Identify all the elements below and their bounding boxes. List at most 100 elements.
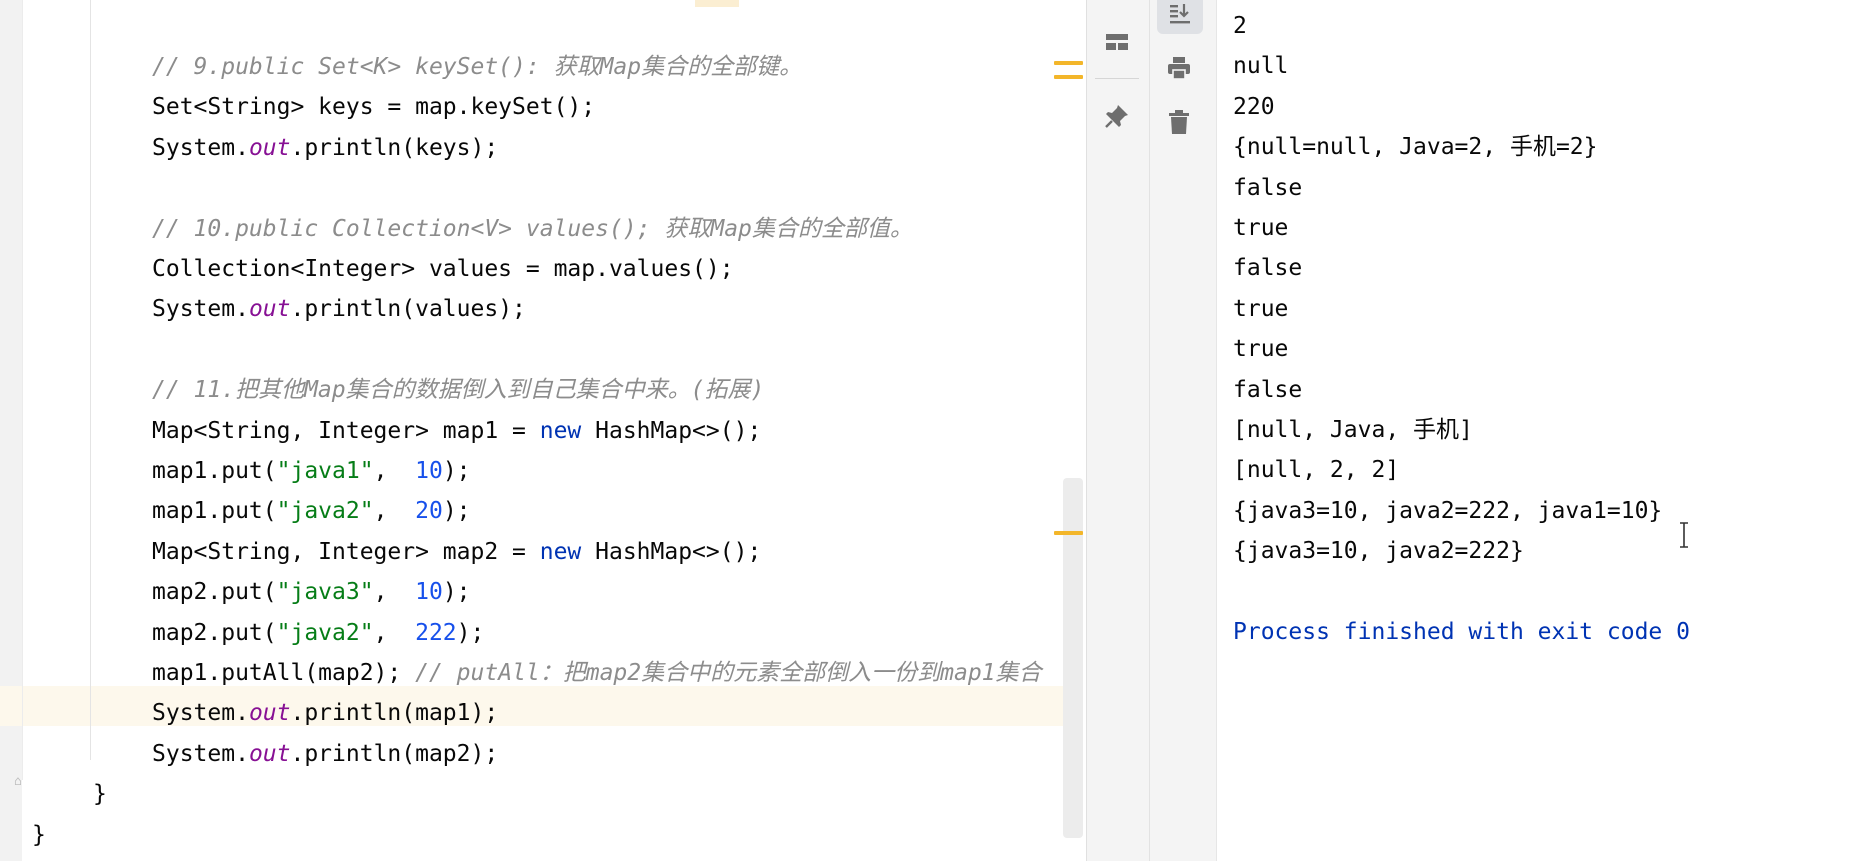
code-token: // putAll：把map2集合中的元素全部倒入一份到map1集合 xyxy=(415,660,1042,686)
console-line: {null=null, Java=2, 手机=2} xyxy=(1233,134,1598,161)
code-token: ); xyxy=(442,498,471,525)
code-token: , xyxy=(373,458,416,484)
code-line-print-map2[interactable]: System.out.println(map2); xyxy=(152,734,498,774)
code-token: map2.put( xyxy=(152,619,277,646)
console-line: false xyxy=(1233,376,1303,403)
fold-icon[interactable]: ⌂ xyxy=(14,775,30,788)
code-token: Map<String, Integer> map2 = xyxy=(152,538,540,565)
code-token: out xyxy=(248,134,291,161)
code-line-map2-declaration[interactable]: Map<String, Integer> map2 = new HashMap<… xyxy=(152,532,761,572)
code-token: map1.putAll(map2); xyxy=(152,660,416,686)
trash-icon xyxy=(1169,110,1189,134)
console-line: {java3=10, java2=222, java1=10} xyxy=(1233,497,1663,524)
warning-stripe-marker[interactable] xyxy=(1054,75,1083,79)
code-line-map1-declaration[interactable]: Map<String, Integer> map1 = new HashMap<… xyxy=(152,411,761,451)
layout-button[interactable] xyxy=(1095,22,1139,62)
code-token: map1.put( xyxy=(152,498,277,525)
print-icon xyxy=(1168,57,1190,80)
exit-status-message: Process finished with exit code 0 xyxy=(1233,619,1690,645)
code-token: System. xyxy=(152,700,249,727)
ide-window: ⌂ // 9.public Set<K> keySet(): 获取Map集合的全… xyxy=(0,0,1854,861)
code-token: out xyxy=(248,700,291,727)
code-token: Set<String> keys = map.keySet(); xyxy=(152,94,596,121)
code-line-putall-call[interactable]: map1.putAll(map2); // putAll：把map2集合中的元素… xyxy=(152,653,1042,693)
code-token: HashMap<>(); xyxy=(581,538,762,565)
console-line: 2 xyxy=(1233,13,1247,39)
code-line-comment-putall[interactable]: // 11.把其他Map集合的数据倒入到自己集合中来。(拓展) xyxy=(152,370,764,410)
console-line: [null, Java, 手机] xyxy=(1233,417,1473,443)
code-token: , xyxy=(373,579,416,606)
code-line-map1-put-java2[interactable]: map1.put("java2", 20); xyxy=(152,491,471,531)
code-token: map2.put( xyxy=(152,579,277,606)
console-line: [null, 2, 2] xyxy=(1233,457,1400,484)
console-line: null xyxy=(1233,53,1289,80)
code-token: "java2" xyxy=(276,498,374,525)
code-line-method-close-brace[interactable]: } xyxy=(93,774,107,814)
console-line: 220 xyxy=(1233,93,1275,120)
code-line-print-values[interactable]: System.out.println(values); xyxy=(152,289,526,329)
code-token: , xyxy=(373,619,416,646)
code-token: , xyxy=(373,498,416,525)
match-highlight xyxy=(695,0,739,7)
layout-icon xyxy=(1106,34,1128,50)
code-token: 10 xyxy=(415,458,443,484)
code-line-comment-keyset[interactable]: // 9.public Set<K> keySet(): 获取Map集合的全部键… xyxy=(152,47,802,87)
toolbar-separator xyxy=(1095,78,1139,79)
toolbar-divider xyxy=(1149,0,1150,861)
code-line-print-map1[interactable]: System.out.println(map1); xyxy=(152,693,498,733)
scroll-to-end-icon xyxy=(1170,4,1190,24)
code-token: System. xyxy=(152,740,249,767)
code-token: new xyxy=(539,417,582,444)
code-token: "java2" xyxy=(276,619,374,646)
code-token: .println(map1); xyxy=(290,700,499,727)
code-token: // 10.public Collection<V> values(); 获取M… xyxy=(152,215,913,242)
code-line-print-keys[interactable]: System.out.println(keys); xyxy=(152,128,498,168)
code-token: ); xyxy=(442,579,471,606)
indent-guide xyxy=(90,0,91,760)
code-token: 222 xyxy=(415,619,457,646)
code-token: out xyxy=(248,740,291,767)
console-line: {java3=10, java2=222} xyxy=(1233,538,1524,565)
code-token: 10 xyxy=(415,579,443,606)
code-line-keys-declaration[interactable]: Set<String> keys = map.keySet(); xyxy=(152,87,595,127)
console-line: true xyxy=(1233,215,1289,241)
editor-gutter xyxy=(0,0,22,861)
code-token: // 11.把其他Map集合的数据倒入到自己集合中来。(拓展) xyxy=(152,377,765,404)
text-cursor-icon xyxy=(1680,522,1688,548)
clear-all-button[interactable] xyxy=(1157,102,1201,142)
code-line-values-declaration[interactable]: Collection<Integer> values = map.values(… xyxy=(152,249,734,289)
code-token: "java1" xyxy=(276,458,374,484)
code-editor[interactable]: ⌂ // 9.public Set<K> keySet(): 获取Map集合的全… xyxy=(0,0,1086,861)
console-line: false xyxy=(1233,174,1303,201)
code-line-map2-put-java2[interactable]: map2.put("java2", 222); xyxy=(152,613,484,653)
code-token: // 9.public Set<K> keySet(): 获取Map集合的全部键… xyxy=(152,54,803,80)
code-line-class-close-brace[interactable]: } xyxy=(32,815,46,855)
code-token: 20 xyxy=(415,498,443,525)
indent-guide xyxy=(22,0,23,780)
console-line: true xyxy=(1233,295,1289,322)
code-token: Collection<Integer> values = map.values(… xyxy=(152,256,734,282)
code-token: .println(values); xyxy=(290,296,526,323)
run-toolbar xyxy=(1086,0,1217,861)
code-line-map2-put-java3[interactable]: map2.put("java3", 10); xyxy=(152,572,471,612)
pin-tab-button[interactable] xyxy=(1095,96,1139,136)
code-line-comment-values[interactable]: // 10.public Collection<V> values(); 获取M… xyxy=(152,209,913,249)
run-console[interactable]: 2 null 220 {null=null, Java=2, 手机=2} false tr… xyxy=(1216,0,1854,861)
code-line-map1-put-java1[interactable]: map1.put("java1", 10); xyxy=(152,451,471,491)
warning-stripe-marker[interactable] xyxy=(1054,61,1083,65)
code-token: System. xyxy=(152,296,249,323)
console-line: true xyxy=(1233,336,1289,363)
code-token: ); xyxy=(456,619,485,646)
code-token: System. xyxy=(152,134,249,161)
code-token: "java3" xyxy=(276,579,374,606)
print-button[interactable] xyxy=(1157,48,1201,88)
code-token: } xyxy=(32,821,46,848)
code-token: ); xyxy=(442,458,471,484)
code-token: .println(map2); xyxy=(290,740,499,767)
scroll-to-end-button[interactable] xyxy=(1157,0,1203,34)
console-line: false xyxy=(1233,255,1303,282)
code-token: out xyxy=(248,296,291,323)
warning-stripe-marker[interactable] xyxy=(1054,531,1083,535)
code-token: } xyxy=(93,781,107,808)
code-token: map1.put( xyxy=(152,458,277,484)
